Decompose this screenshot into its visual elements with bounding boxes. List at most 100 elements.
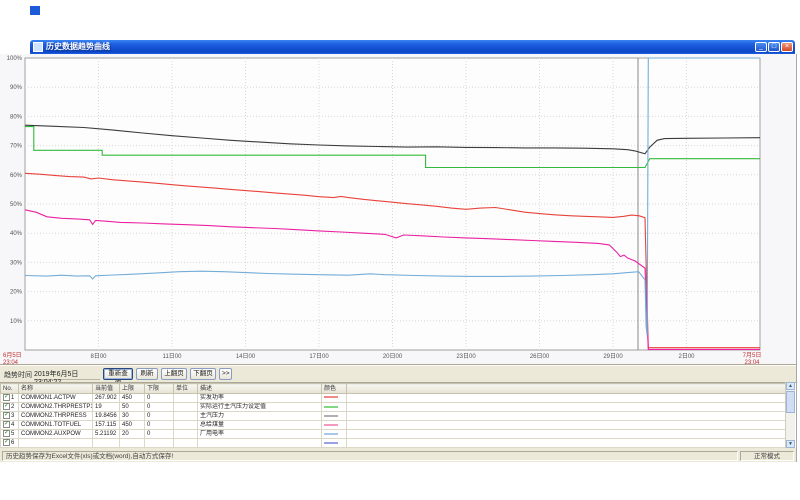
description: 厂用电率 — [198, 430, 322, 439]
column-header-filler — [347, 384, 788, 394]
y-tick-label: 60% — [10, 173, 23, 179]
series-color-cell — [322, 403, 347, 412]
high-limit: 30 — [120, 412, 145, 421]
row-checkbox[interactable]: ✓ — [3, 412, 10, 419]
y-tick-label: 90% — [10, 85, 23, 91]
unit — [174, 430, 198, 439]
table-row[interactable]: ✓4COMMON1.TOTFUEL157.1154500总给煤量 — [1, 421, 788, 430]
y-tick-label: 10% — [10, 319, 23, 325]
window-titlebar[interactable]: 历史数据趋势曲线 _ □ × — [30, 40, 795, 54]
y-tick-label: 40% — [10, 231, 23, 237]
series-color-swatch — [324, 406, 338, 408]
scroll-up-icon[interactable]: ▲ — [786, 382, 795, 390]
tag-name — [19, 439, 93, 448]
trend-time-value[interactable]: 2019年6月5日 23:04:22 — [34, 369, 100, 380]
table-row[interactable]: ✓6 — [1, 439, 788, 448]
column-header[interactable]: 描述 — [198, 384, 322, 394]
table-row[interactable]: ✓2COMMON2.THRPRESTP119500实际运行主汽压力设定值 — [1, 403, 788, 412]
row-checkbox[interactable]: ✓ — [3, 430, 10, 437]
tag-table: No.名称当前值上限下限单位描述颜色 ✓1COMMON1.ACTPW267.90… — [0, 382, 796, 449]
decor-blue-artifact — [30, 6, 40, 15]
trend-plot[interactable]: 100%90%80%70%60%50%40%30%20%10%8日0011日00… — [0, 54, 796, 364]
y-tick-label: 50% — [10, 202, 23, 208]
x-tick-label: 20日00 — [383, 353, 403, 360]
column-header[interactable]: No. — [1, 384, 19, 394]
series-color-cell — [322, 421, 347, 430]
start-time-label: 6月5日 — [3, 352, 22, 359]
row-filler — [347, 394, 788, 403]
current-value: 5.21192 — [93, 430, 120, 439]
requery-button[interactable]: 重新查询 — [103, 368, 133, 380]
high-limit — [120, 439, 145, 448]
row-checkbox[interactable]: ✓ — [3, 394, 10, 401]
current-value — [93, 439, 120, 448]
maximize-button-icon[interactable]: □ — [768, 42, 780, 52]
series-color-cell — [322, 430, 347, 439]
tag-name: COMMON2.AUXPOW — [19, 430, 93, 439]
unit — [174, 412, 198, 421]
x-tick-label: 8日00 — [90, 353, 107, 360]
status-mode: 正常模式 — [740, 451, 794, 461]
current-value: 157.115 — [93, 421, 120, 430]
row-number: ✓3 — [1, 412, 19, 421]
column-header[interactable]: 名称 — [19, 384, 93, 394]
table-row[interactable]: ✓5COMMON2.AUXPOW5.21192200 厂用电率 — [1, 430, 788, 439]
column-header[interactable]: 当前值 — [93, 384, 120, 394]
scroll-down-icon[interactable]: ▼ — [786, 440, 795, 448]
row-number: ✓1 — [1, 394, 19, 403]
row-checkbox[interactable]: ✓ — [3, 403, 10, 410]
minimize-button-icon[interactable]: _ — [755, 42, 767, 52]
page-down-button[interactable]: 下翻页 — [190, 368, 216, 380]
y-tick-label: 20% — [10, 290, 23, 296]
series-color-cell — [322, 412, 347, 421]
row-checkbox[interactable]: ✓ — [3, 439, 10, 446]
low-limit: 0 — [145, 430, 174, 439]
description — [198, 439, 322, 448]
row-checkbox[interactable]: ✓ — [3, 421, 10, 428]
series-color-swatch — [324, 433, 338, 435]
page-up-button[interactable]: 上翻页 — [161, 368, 187, 380]
column-header[interactable]: 颜色 — [322, 384, 347, 394]
x-tick-label: 26日00 — [530, 353, 550, 360]
screen: 历史数据趋势曲线 _ □ × 100%90%80%70%60%50%40%30%… — [0, 0, 800, 500]
series-color-swatch — [324, 442, 338, 444]
tag-name: COMMON2.THRPRESS — [19, 412, 93, 421]
status-message: 历史趋势保存为Excel文件(xls)或文档(word),自动方式保存! — [2, 451, 738, 461]
x-tick-label: 29日00 — [603, 353, 623, 360]
window-title: 历史数据趋势曲线 — [46, 40, 754, 54]
column-header[interactable]: 上限 — [120, 384, 145, 394]
table-row[interactable]: ✓3COMMON2.THRPRESS19.8456300主汽压力 — [1, 412, 788, 421]
y-tick-label: 70% — [10, 144, 23, 150]
tag-name: COMMON2.THRPRESTP1 — [19, 403, 93, 412]
unit — [174, 403, 198, 412]
description: 主汽压力 — [198, 412, 322, 421]
more-button[interactable]: >> — [219, 368, 232, 380]
low-limit: 0 — [145, 421, 174, 430]
row-number: ✓5 — [1, 430, 19, 439]
x-tick-label: 2日00 — [678, 353, 695, 360]
row-filler — [347, 412, 788, 421]
row-filler — [347, 430, 788, 439]
table-scrollbar[interactable]: ▲ ▼ — [785, 382, 795, 448]
column-header[interactable]: 单位 — [174, 384, 198, 394]
table-header-row: No.名称当前值上限下限单位描述颜色 — [1, 384, 788, 394]
scrollbar-thumb[interactable] — [786, 391, 795, 413]
row-filler — [347, 403, 788, 412]
row-filler — [347, 421, 788, 430]
description: 实发功率 — [198, 394, 322, 403]
refresh-button[interactable]: 刷新 — [136, 368, 158, 380]
table-row[interactable]: ✓1COMMON1.ACTPW267.9024500实发功率 — [1, 394, 788, 403]
tag-name: COMMON1.TOTFUEL — [19, 421, 93, 430]
high-limit: 50 — [120, 403, 145, 412]
row-filler — [347, 439, 788, 448]
x-tick-label: 17日00 — [309, 353, 329, 360]
trend-chart[interactable]: 100%90%80%70%60%50%40%30%20%10%8日0011日00… — [0, 54, 796, 364]
high-limit: 20 — [120, 430, 145, 439]
series-color-cell — [322, 394, 347, 403]
unit — [174, 421, 198, 430]
x-tick-label: 11日00 — [163, 353, 183, 360]
close-button-icon[interactable]: × — [781, 42, 793, 52]
window-body: 100%90%80%70%60%50%40%30%20%10%8日0011日00… — [0, 54, 797, 462]
column-header[interactable]: 下限 — [145, 384, 174, 394]
current-value: 19 — [93, 403, 120, 412]
